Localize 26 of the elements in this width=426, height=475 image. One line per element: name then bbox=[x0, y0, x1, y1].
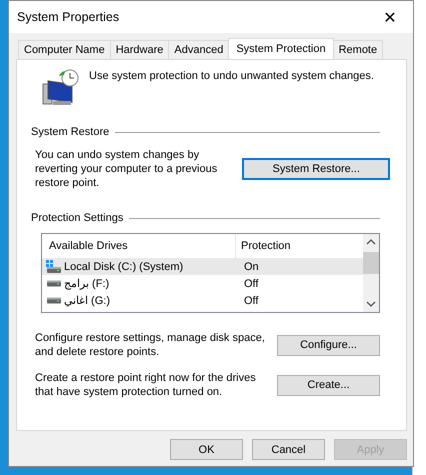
drive-row[interactable]: Local Disk (C:) (System) On bbox=[42, 258, 363, 275]
intro-text: Use system protection to undo unwanted system changes. bbox=[89, 70, 374, 82]
group-heading: Protection Settings bbox=[31, 212, 124, 224]
system-restore-button[interactable]: System Restore... bbox=[242, 158, 390, 180]
computer-icon bbox=[41, 68, 81, 108]
action-button[interactable]: Create... bbox=[277, 374, 380, 396]
description-text: Configure restore settings, manage disk space, and delete restore points. bbox=[35, 331, 266, 359]
tab[interactable]: Remote bbox=[332, 40, 384, 59]
table-cell-text: برامج (F:) bbox=[63, 277, 110, 290]
table-cell-text: On bbox=[243, 260, 259, 272]
description-text: You can undo system changes by reverting your computer to a previous restore point. bbox=[35, 148, 218, 190]
description-text: Create a restore point right now for the drives that have system protection turned on. bbox=[35, 371, 257, 399]
tab[interactable]: Computer Name bbox=[18, 40, 111, 59]
scrollbar[interactable] bbox=[363, 234, 379, 312]
dialog-button[interactable]: OK bbox=[170, 439, 243, 460]
table-cell-text: Local Disk (C:) (System) bbox=[63, 260, 184, 272]
table-cell-text: اغاني (G:) bbox=[63, 294, 111, 307]
window-title: System Properties bbox=[17, 10, 120, 24]
table-cell-text: Off bbox=[243, 278, 258, 290]
table-cell-text: Off bbox=[243, 294, 258, 306]
action-button[interactable]: Configure... bbox=[277, 334, 380, 356]
dialog-button[interactable]: Cancel bbox=[252, 439, 325, 460]
tab[interactable]: System Protection bbox=[228, 38, 334, 59]
close-button[interactable]: ✕ bbox=[367, 1, 413, 33]
group-heading: System Restore bbox=[31, 126, 110, 138]
column-header[interactable]: Protection bbox=[236, 234, 291, 258]
